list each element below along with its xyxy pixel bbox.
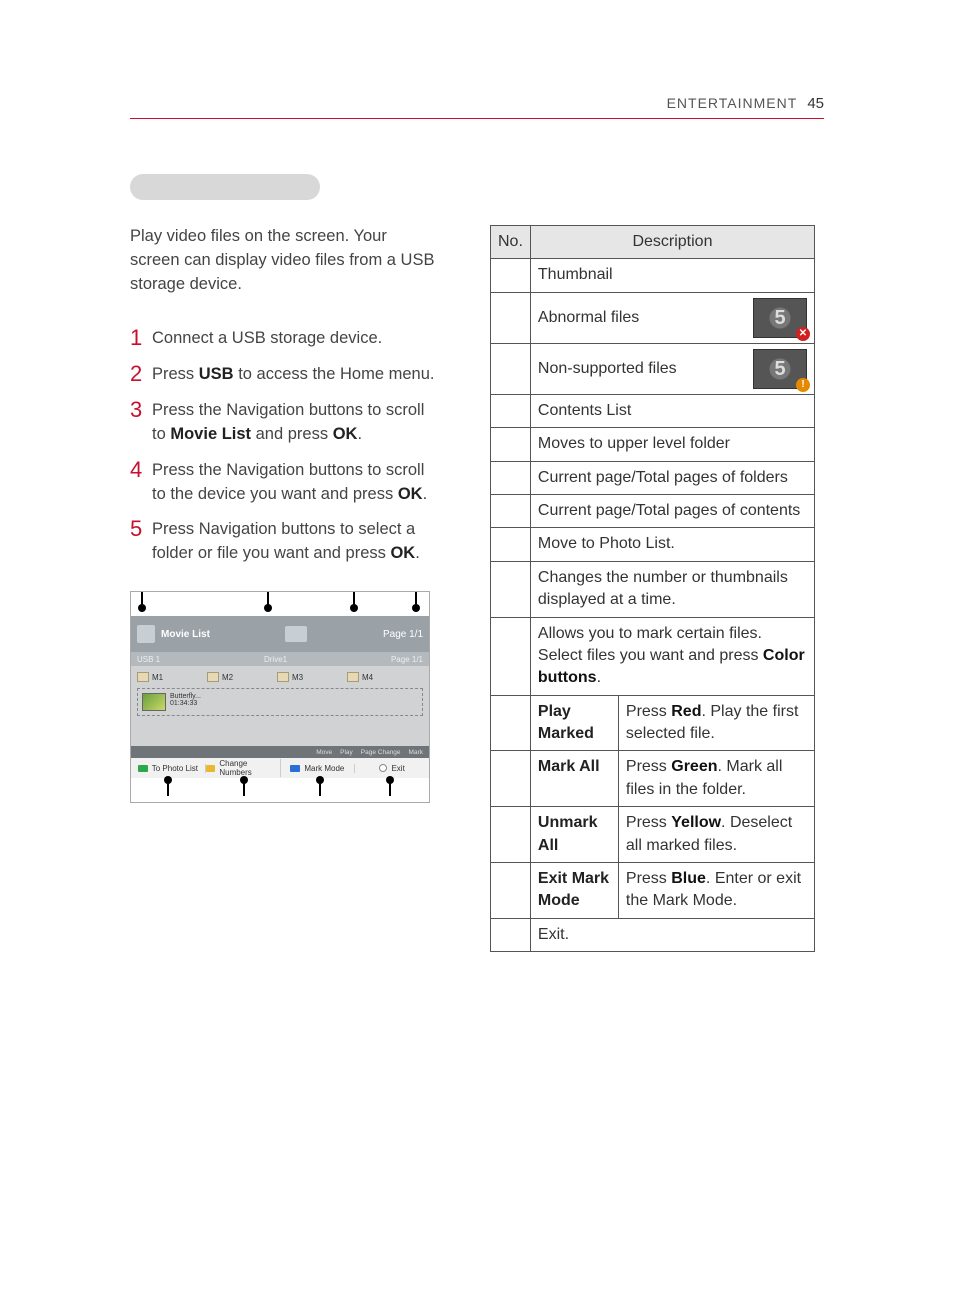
table-row: Moves to upper level folder (491, 428, 815, 461)
usb-label: USB 1 (137, 655, 160, 664)
desc-cell: Exit. (530, 918, 814, 951)
footer-item: To Photo List (131, 764, 206, 773)
sub-desc: Press Green. Mark all files in the folde… (618, 751, 814, 807)
table-head-desc: Description (530, 226, 814, 259)
table-row: Thumbnail (491, 259, 815, 292)
thumb-icon: 5! (753, 349, 807, 389)
step-number: 1 (130, 325, 152, 351)
step-text: Press Navigation buttons to select a fol… (152, 516, 435, 566)
file-name: Butterfly... (170, 693, 201, 700)
table-row: Play MarkedPress Red. Play the first sel… (491, 695, 815, 751)
drive-page: Page 1/1 (391, 655, 423, 664)
table-row: Unmark AllPress Yellow. Deselect all mar… (491, 807, 815, 863)
description-table: No. Description ThumbnailAbnormal files5… (490, 225, 815, 952)
desc-cell: Allows you to mark certain files. Select… (530, 617, 814, 695)
movie-icon (137, 625, 155, 643)
desc-cell: Moves to upper level folder (530, 428, 814, 461)
step-item: 3Press the Navigation buttons to scroll … (130, 397, 435, 447)
table-row: Exit Mark ModePress Blue. Enter or exit … (491, 863, 815, 919)
folder-item: M1 (137, 672, 203, 682)
section-pill (130, 174, 320, 200)
step-item: 4Press the Navigation buttons to scroll … (130, 457, 435, 507)
hint-item: Page Change (361, 749, 401, 756)
sub-desc: Press Red. Play the first selected file. (618, 695, 814, 751)
table-row: Non-supported files5! (491, 343, 815, 394)
desc-cell: Abnormal files5✕ (530, 292, 814, 343)
warning-icon: ! (796, 378, 810, 392)
footer-item: Mark Mode (281, 764, 356, 773)
hint-item: Mark (409, 749, 423, 756)
sub-label: Unmark All (530, 807, 618, 863)
table-head-no: No. (491, 226, 531, 259)
step-number: 2 (130, 361, 152, 387)
step-text: Press the Navigation buttons to scroll t… (152, 457, 435, 507)
step-item: 5Press Navigation buttons to select a fo… (130, 516, 435, 566)
table-row: Exit. (491, 918, 815, 951)
step-number: 5 (130, 516, 152, 542)
folder-item: M2 (207, 672, 273, 682)
table-row: Abnormal files5✕ (491, 292, 815, 343)
drive-label: Drive1 (264, 655, 287, 664)
desc-cell: Contents List (530, 394, 814, 427)
step-item: 2Press USB to access the Home menu. (130, 361, 435, 387)
folder-item: M3 (277, 672, 343, 682)
section-name: ENTERTAINMENT (667, 95, 798, 111)
hint-item: Play (340, 749, 353, 756)
step-text: Press the Navigation buttons to scroll t… (152, 397, 435, 447)
file-duration: 01:34:33 (170, 700, 201, 707)
page-number: 45 (807, 95, 824, 112)
hint-item: Move (316, 749, 332, 756)
screenshot-page: Page 1/1 (383, 629, 423, 640)
desc-cell: Current page/Total pages of folders (530, 461, 814, 494)
desc-cell: Move to Photo List. (530, 528, 814, 561)
desc-cell: Current page/Total pages of contents (530, 494, 814, 527)
file-thumbnail (142, 693, 166, 711)
footer-item: Change Numbers (206, 759, 281, 777)
step-number: 4 (130, 457, 152, 483)
table-row: Current page/Total pages of folders (491, 461, 815, 494)
folder-up-icon (285, 626, 307, 642)
sub-desc: Press Yellow. Deselect all marked files. (618, 807, 814, 863)
desc-cell: Changes the number or thumbnails display… (530, 561, 814, 617)
table-row: Move to Photo List. (491, 528, 815, 561)
steps-list: 1Connect a USB storage device.2Press USB… (130, 325, 435, 567)
step-number: 3 (130, 397, 152, 423)
error-icon: ✕ (796, 327, 810, 341)
sub-label: Exit Mark Mode (530, 863, 618, 919)
intro-text: Play video files on the screen. Your scr… (130, 225, 435, 297)
table-row: Current page/Total pages of contents (491, 494, 815, 527)
footer-item: Exit (355, 764, 429, 773)
sub-label: Play Marked (530, 695, 618, 751)
table-row: Contents List (491, 394, 815, 427)
table-row: Allows you to mark certain files. Select… (491, 617, 815, 695)
desc-cell: Thumbnail (530, 259, 814, 292)
sub-label: Mark All (530, 751, 618, 807)
step-text: Press USB to access the Home menu. (152, 361, 434, 387)
step-text: Connect a USB storage device. (152, 325, 382, 351)
screenshot-title: Movie List (161, 629, 210, 640)
table-row: Mark AllPress Green. Mark all files in t… (491, 751, 815, 807)
table-row: Changes the number or thumbnails display… (491, 561, 815, 617)
thumb-icon: 5✕ (753, 298, 807, 338)
ui-screenshot: Movie List Page 1/1 USB 1 Drive1 Page 1/… (130, 591, 430, 803)
folder-item: M4 (347, 672, 413, 682)
sub-desc: Press Blue. Enter or exit the Mark Mode. (618, 863, 814, 919)
desc-cell: Non-supported files5! (530, 343, 814, 394)
step-item: 1Connect a USB storage device. (130, 325, 435, 351)
